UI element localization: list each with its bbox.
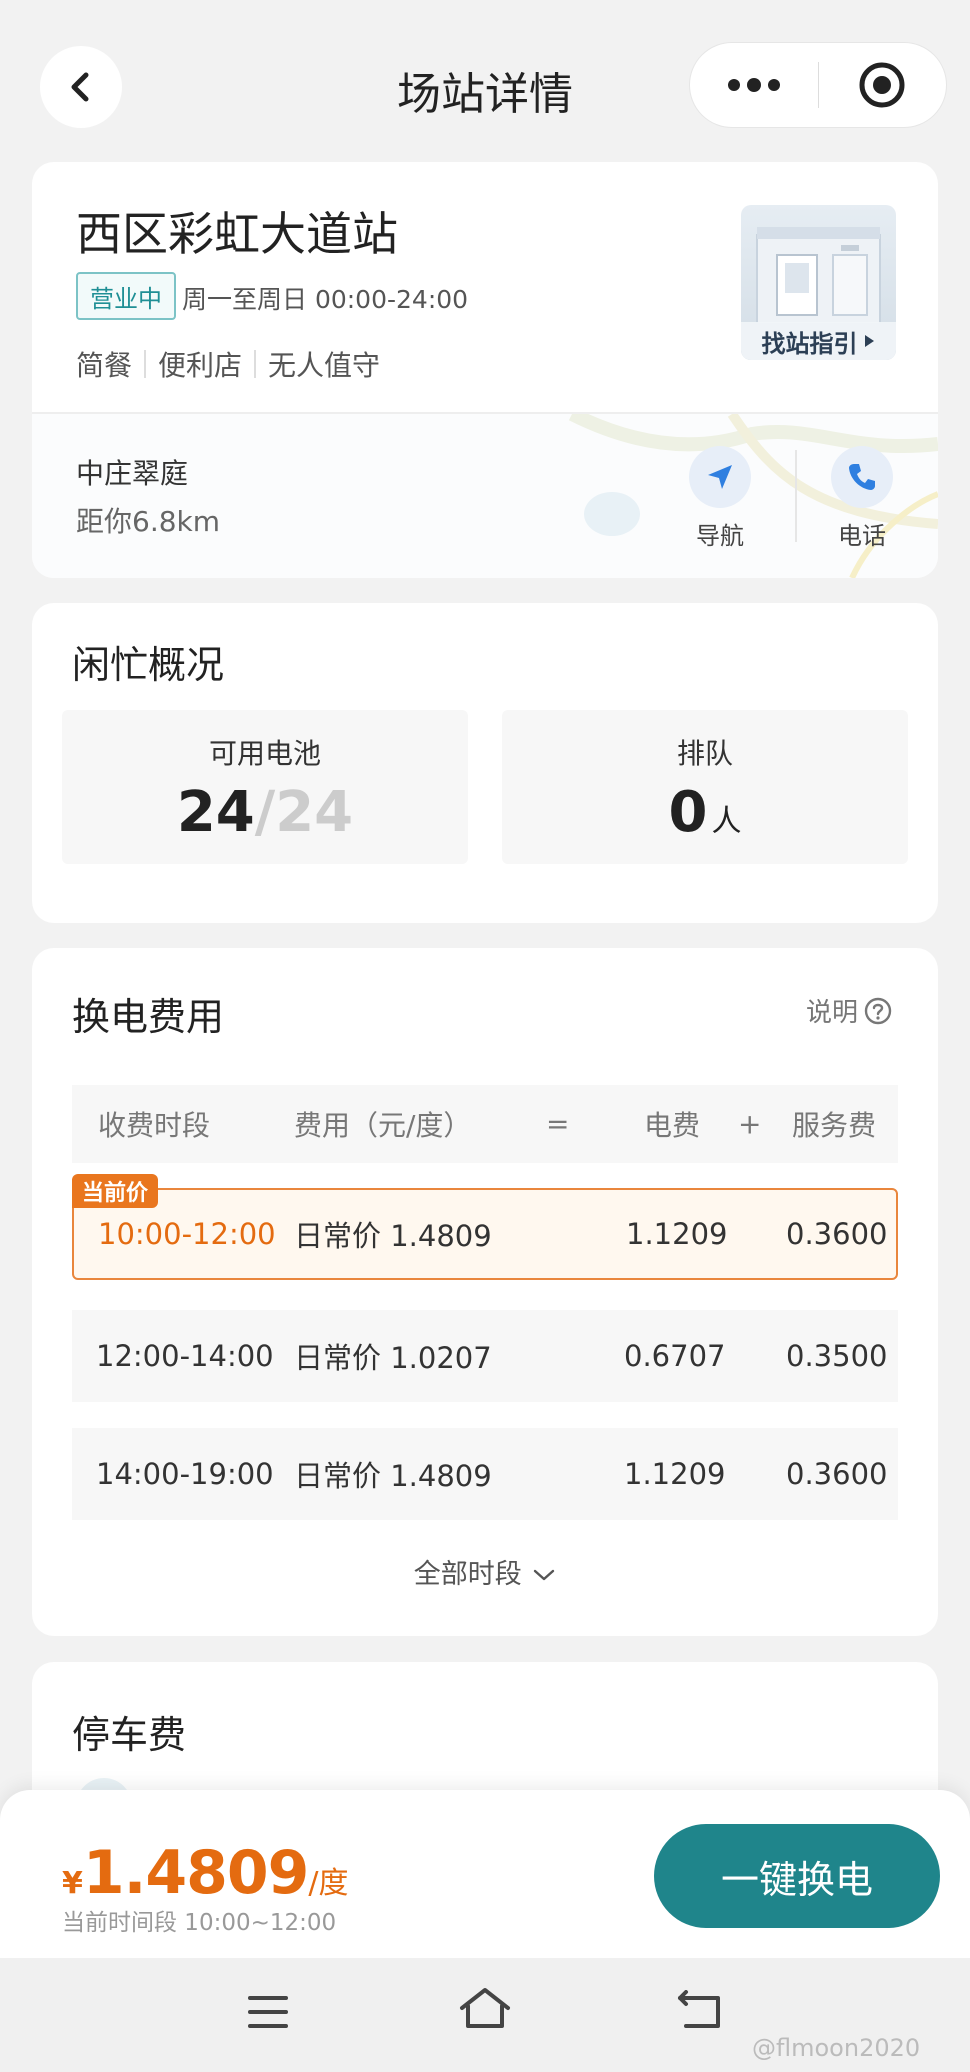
row-electric: 0.6707	[624, 1339, 726, 1373]
station-distance: 距你6.8km	[76, 505, 221, 538]
header-fee: 费用（元/度）	[294, 1109, 472, 1142]
price-currency: ¥	[62, 1866, 83, 1901]
row-fee: 日常价 1.0207	[294, 1341, 492, 1375]
current-period: 当前时间段 10:00~12:00	[62, 1910, 337, 1936]
fee-row: 12:00-14:00 日常价 1.0207 0.6707 0.3500	[72, 1310, 898, 1402]
current-price-tag: 当前价	[72, 1174, 159, 1208]
menu-icon	[248, 1996, 288, 2028]
fees-card	[32, 948, 938, 1636]
row-time: 10:00-12:00	[98, 1217, 276, 1251]
tag-meal: 简餐	[76, 349, 133, 382]
queue-count: 0	[668, 780, 708, 845]
all-periods-label: 全部时段	[413, 1559, 522, 1590]
caret-right-icon	[864, 335, 874, 347]
row-fee: 日常价 1.4809	[294, 1459, 492, 1493]
watermark: @flmoon2020	[752, 2034, 921, 2062]
guide-label: 找站指引	[761, 329, 858, 358]
header-period: 收费时段	[98, 1109, 211, 1142]
navigate-label: 导航	[696, 522, 744, 550]
queue-stat: 排队 0人	[502, 710, 908, 864]
fees-title: 换电费用	[72, 995, 225, 1039]
phone-label: 电话	[838, 522, 886, 550]
all-periods-toggle[interactable]: 全部时段	[0, 1552, 970, 1591]
action-divider	[795, 450, 797, 542]
fees-table-header: 收费时段 费用（元/度） = 电费 + 服务费	[72, 1085, 898, 1163]
battery-stat: 可用电池 24/24	[62, 710, 468, 864]
chevron-down-icon	[534, 1569, 555, 1581]
price-value: 1.4809	[82, 1838, 310, 1908]
row-electric: 1.1209	[626, 1217, 728, 1251]
row-service: 0.3500	[786, 1339, 888, 1373]
queue-label: 排队	[676, 737, 733, 770]
home-icon	[460, 1988, 510, 2028]
fees-help-button[interactable]: 说明	[806, 992, 892, 1029]
battery-label: 可用电池	[208, 737, 321, 770]
header-electric: 电费	[644, 1109, 701, 1142]
target-close-icon	[859, 62, 905, 108]
map-background	[32, 414, 938, 578]
phone-button[interactable]: 电话	[812, 446, 912, 551]
miniapp-capsule	[689, 42, 947, 128]
navigate-icon	[689, 446, 751, 508]
more-dots-icon	[727, 78, 780, 92]
row-service: 0.3600	[786, 1457, 888, 1491]
header-service: 服务费	[792, 1109, 877, 1142]
parking-title: 停车费	[72, 1713, 187, 1757]
row-fee: 日常价 1.4809	[294, 1219, 492, 1253]
current-price: ¥ 1.4809 /度	[62, 1838, 349, 1908]
tag-store: 便利店	[158, 349, 243, 382]
queue-unit: 人	[711, 804, 742, 839]
tag-unmanned: 无人值守	[268, 349, 381, 382]
more-button[interactable]	[690, 43, 818, 127]
fee-row: 14:00-19:00 日常价 1.4809 1.1209 0.3600	[72, 1428, 898, 1520]
back-arrow-icon	[678, 1990, 720, 2028]
station-address: 中庄翠庭	[76, 457, 189, 490]
help-label: 说明	[806, 998, 859, 1028]
home-button[interactable]	[458, 1986, 512, 2034]
price-unit: /度	[308, 1866, 349, 1901]
row-service: 0.3600	[786, 1217, 888, 1251]
menu-button[interactable]	[246, 1992, 290, 2036]
battery-available: 24	[176, 780, 255, 845]
one-click-swap-button[interactable]: 一键换电	[654, 1824, 940, 1928]
question-icon	[864, 997, 892, 1024]
business-hours: 周一至周日 00:00-24:00	[182, 285, 469, 314]
row-electric: 1.1209	[624, 1457, 726, 1491]
station-guide-button[interactable]: 找站指引	[741, 322, 896, 360]
header-eq: =	[546, 1107, 570, 1141]
row-time: 14:00-19:00	[96, 1457, 274, 1491]
close-miniapp-button[interactable]	[819, 43, 947, 127]
battery-total: /24	[254, 780, 354, 845]
station-name: 西区彩虹大道站	[76, 207, 398, 261]
phone-icon	[831, 446, 893, 508]
busy-title: 闲忙概况	[72, 643, 225, 687]
status-badge: 营业中	[76, 272, 176, 320]
station-tags: 简餐 便利店 无人值守	[76, 344, 380, 384]
back-nav-button[interactable]	[676, 1990, 724, 2036]
navigate-button[interactable]: 导航	[670, 446, 770, 551]
fee-row-current: 10:00-12:00 日常价 1.4809 1.1209 0.3600	[72, 1188, 898, 1280]
row-time: 12:00-14:00	[96, 1339, 274, 1373]
card-divider	[32, 412, 938, 414]
header-plus: +	[738, 1107, 762, 1141]
